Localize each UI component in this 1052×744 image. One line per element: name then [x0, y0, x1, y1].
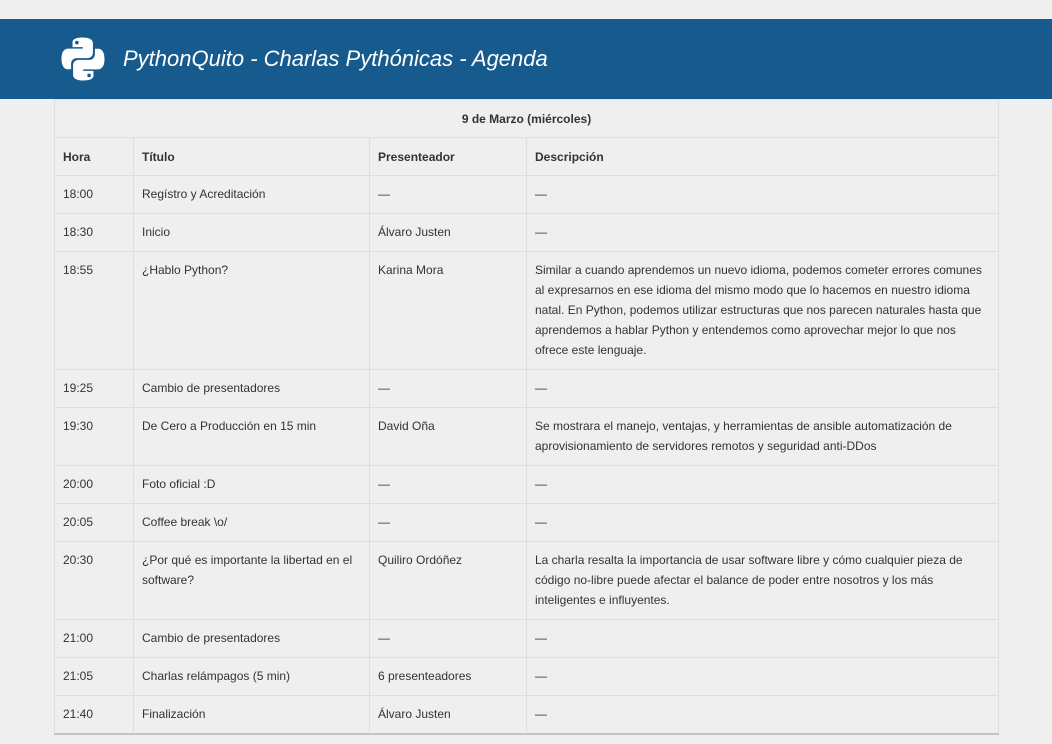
- cell-hora: 19:25: [54, 369, 134, 408]
- column-header-titulo: Título: [133, 137, 370, 176]
- table-row: 21:00 Cambio de presentadores — —: [54, 619, 999, 658]
- table-row: 18:55 ¿Hablo Python? Karina Mora Similar…: [54, 251, 999, 370]
- table-row: 20:05 Coffee break \o/ — —: [54, 503, 999, 542]
- cell-descripcion: —: [526, 465, 999, 504]
- cell-hora: 18:55: [54, 251, 134, 370]
- table-row: 19:30 De Cero a Producción en 15 min Dav…: [54, 407, 999, 466]
- python-logo-icon: [61, 37, 105, 81]
- cell-descripcion: —: [526, 175, 999, 214]
- table-row: 18:00 Regístro y Acreditación — —: [54, 175, 999, 214]
- cell-presentador: —: [369, 175, 527, 214]
- cell-presentador: Álvaro Justen: [369, 695, 527, 735]
- column-header-hora: Hora: [54, 137, 134, 176]
- cell-presentador: —: [369, 503, 527, 542]
- cell-titulo: Inicio: [133, 213, 370, 252]
- cell-presentador: 6 presenteadores: [369, 657, 527, 696]
- agenda-table: 9 de Marzo (miércoles) Hora Título Prese…: [54, 99, 999, 735]
- cell-titulo: Foto oficial :D: [133, 465, 370, 504]
- cell-hora: 19:30: [54, 407, 134, 466]
- cell-descripcion: —: [526, 503, 999, 542]
- cell-hora: 21:40: [54, 695, 134, 735]
- table-row: 21:05 Charlas relámpagos (5 min) 6 prese…: [54, 657, 999, 696]
- column-header-presentador: Presenteador: [369, 137, 527, 176]
- day-header-row: 9 de Marzo (miércoles): [54, 99, 999, 138]
- cell-descripcion: —: [526, 213, 999, 252]
- cell-titulo: De Cero a Producción en 15 min: [133, 407, 370, 466]
- cell-titulo: Cambio de presentadores: [133, 619, 370, 658]
- table-row: 20:30 ¿Por qué es importante la libertad…: [54, 541, 999, 620]
- cell-hora: 21:05: [54, 657, 134, 696]
- cell-hora: 20:05: [54, 503, 134, 542]
- cell-hora: 18:30: [54, 213, 134, 252]
- table-row: 18:30 Inicio Álvaro Justen —: [54, 213, 999, 252]
- cell-presentador: Karina Mora: [369, 251, 527, 370]
- cell-hora: 20:30: [54, 541, 134, 620]
- cell-descripcion: —: [526, 695, 999, 735]
- column-header-descripcion: Descripción: [526, 137, 999, 176]
- cell-presentador: —: [369, 465, 527, 504]
- cell-presentador: David Oña: [369, 407, 527, 466]
- cell-hora: 21:00: [54, 619, 134, 658]
- cell-presentador: —: [369, 369, 527, 408]
- agenda-table-container: 9 de Marzo (miércoles) Hora Título Prese…: [54, 99, 999, 735]
- cell-descripcion: —: [526, 619, 999, 658]
- table-row: 20:00 Foto oficial :D — —: [54, 465, 999, 504]
- table-row: 19:25 Cambio de presentadores — —: [54, 369, 999, 408]
- cell-descripcion: Se mostrara el manejo, ventajas, y herra…: [526, 407, 999, 466]
- cell-descripcion: —: [526, 657, 999, 696]
- cell-titulo: ¿Por qué es importante la libertad en el…: [133, 541, 370, 620]
- cell-titulo: ¿Hablo Python?: [133, 251, 370, 370]
- cell-presentador: Quiliro Ordóñez: [369, 541, 527, 620]
- cell-hora: 20:00: [54, 465, 134, 504]
- column-header-row: Hora Título Presenteador Descripción: [54, 137, 999, 176]
- page-header: PythonQuito - Charlas Pythónicas - Agend…: [0, 19, 1052, 99]
- cell-descripcion: La charla resalta la importancia de usar…: [526, 541, 999, 620]
- cell-titulo: Charlas relámpagos (5 min): [133, 657, 370, 696]
- cell-presentador: —: [369, 619, 527, 658]
- page-title: PythonQuito - Charlas Pythónicas - Agend…: [123, 46, 548, 71]
- cell-descripcion: Similar a cuando aprendemos un nuevo idi…: [526, 251, 999, 370]
- cell-titulo: Finalización: [133, 695, 370, 735]
- table-row: 21:40 Finalización Álvaro Justen —: [54, 695, 999, 735]
- cell-descripcion: —: [526, 369, 999, 408]
- day-heading: 9 de Marzo (miércoles): [54, 99, 999, 138]
- cell-presentador: Álvaro Justen: [369, 213, 527, 252]
- cell-titulo: Coffee break \o/: [133, 503, 370, 542]
- cell-titulo: Cambio de presentadores: [133, 369, 370, 408]
- cell-titulo: Regístro y Acreditación: [133, 175, 370, 214]
- cell-hora: 18:00: [54, 175, 134, 214]
